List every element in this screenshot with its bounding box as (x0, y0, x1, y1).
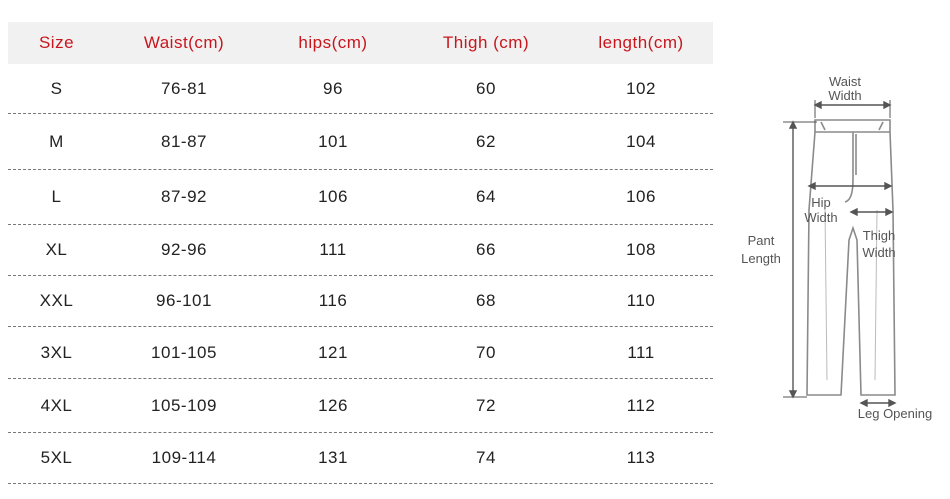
cell-thigh: 60 (476, 78, 496, 98)
table-row: L 87-92 106 64 106 (8, 170, 713, 225)
cell-hips: 106 (318, 187, 348, 206)
cell-waist: 81-87 (161, 131, 207, 151)
table-body: S 76-81 96 60 102 M 81-87 101 62 104 L 87-92 106 64 10… (8, 64, 713, 484)
cell-hips: 96 (323, 78, 343, 98)
cell-waist: 92-96 (161, 240, 207, 259)
size-chart-table: Size Waist(cm) hips(cm) Thigh (cm) lengt… (8, 22, 713, 484)
cell-hips: 111 (319, 240, 347, 259)
cell-length: 104 (626, 131, 656, 151)
leg-opening-label: Leg Opening (858, 406, 932, 421)
table-row: S 76-81 96 60 102 (8, 64, 713, 114)
cell-thigh: 70 (476, 342, 496, 362)
cell-size: 5XL (40, 448, 73, 467)
table-row: XXL 96-101 116 68 110 (8, 276, 713, 327)
cell-length: 112 (626, 395, 656, 415)
cell-hips: 116 (318, 291, 348, 310)
cell-length: 113 (626, 448, 656, 467)
cell-waist: 96-101 (156, 291, 212, 310)
cell-length: 110 (626, 291, 656, 310)
cell-thigh: 62 (476, 131, 496, 151)
cell-size: 3XL (40, 342, 73, 362)
pant-length-label-1: Pant (748, 233, 775, 248)
cell-length: 106 (626, 187, 656, 206)
cell-hips: 121 (318, 342, 348, 362)
hip-label-2: Width (804, 210, 837, 225)
cell-waist: 87-92 (161, 187, 207, 206)
thigh-label-1: Thigh (863, 228, 896, 243)
cell-length: 102 (626, 78, 656, 98)
cell-waist: 76-81 (161, 78, 207, 98)
cell-length: 111 (627, 342, 655, 362)
cell-size: XL (45, 240, 68, 259)
cell-thigh: 74 (476, 448, 496, 467)
table-row: M 81-87 101 62 104 (8, 114, 713, 170)
table-header-row: Size Waist(cm) hips(cm) Thigh (cm) lengt… (8, 22, 713, 64)
cell-thigh: 64 (476, 187, 496, 206)
cell-size: XXL (39, 291, 74, 310)
cell-size: 4XL (40, 395, 73, 415)
cell-length: 108 (626, 240, 656, 259)
table-row: 5XL 109-114 131 74 113 (8, 433, 713, 484)
thigh-label-2: Width (862, 245, 895, 260)
pant-length-label-2: Length (741, 251, 781, 266)
table-row: 3XL 101-105 121 70 111 (8, 327, 713, 379)
cell-thigh: 72 (476, 395, 496, 415)
hip-label-1: Hip (811, 195, 831, 210)
table-row: XL 92-96 111 66 108 (8, 225, 713, 276)
cell-hips: 131 (318, 448, 348, 467)
pants-measurement-diagram: Waist Width Hip Width Thigh Width Pant L… (741, 74, 932, 421)
cell-waist: 105-109 (151, 395, 217, 415)
header-waist: Waist(cm) (143, 33, 225, 52)
cell-thigh: 66 (476, 240, 496, 259)
cell-waist: 101-105 (151, 342, 217, 362)
cell-size: L (51, 187, 62, 206)
cell-hips: 101 (318, 131, 348, 151)
header-length: length(cm) (598, 33, 684, 52)
waist-label-1: Waist (829, 74, 861, 89)
waist-label-2: Width (828, 88, 861, 103)
cell-waist: 109-114 (151, 448, 217, 467)
header-thigh: Thigh (cm) (442, 33, 530, 52)
cell-size: S (50, 78, 63, 98)
header-size: Size (38, 33, 75, 52)
table-row: 4XL 105-109 126 72 112 (8, 379, 713, 433)
header-hips: hips(cm) (298, 33, 368, 52)
cell-thigh: 68 (476, 291, 496, 310)
cell-hips: 126 (318, 395, 348, 415)
cell-size: M (49, 131, 64, 151)
